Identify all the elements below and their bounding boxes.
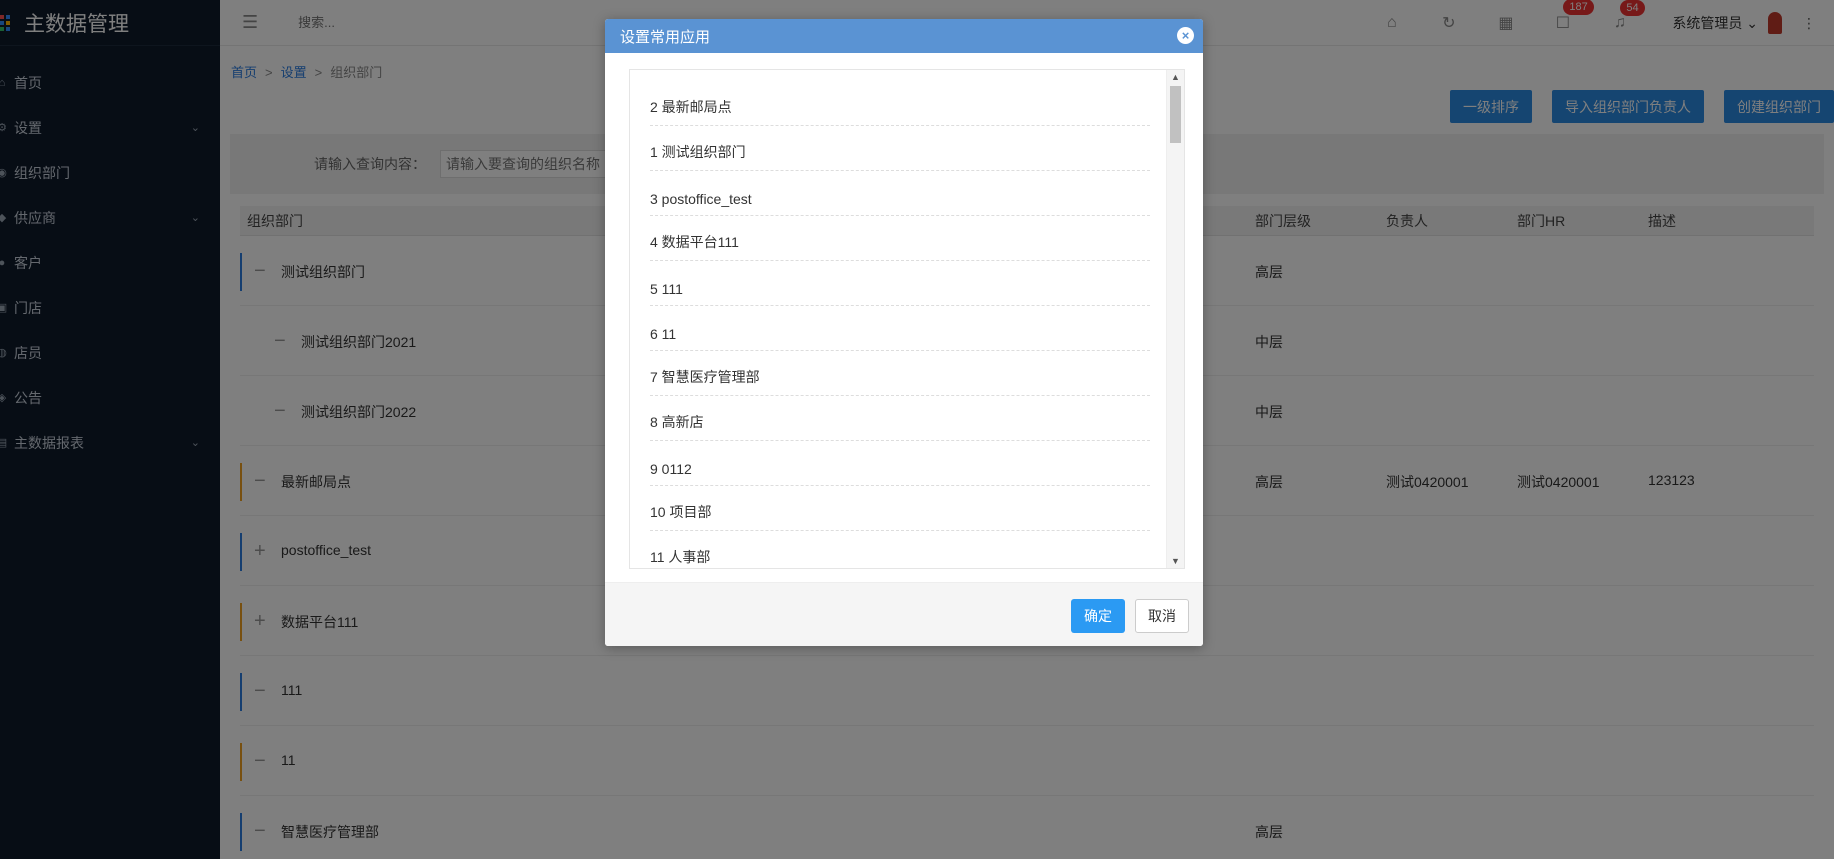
scroll-down-icon[interactable]: ▼	[1167, 556, 1184, 566]
sortable-list-item[interactable]: 3 postoffice_test	[650, 171, 1150, 216]
sortable-list-item[interactable]: 6 11	[650, 306, 1150, 351]
sortable-list-item[interactable]: 1 测试组织部门	[650, 126, 1150, 171]
sortable-list-item[interactable]: 10 项目部	[650, 486, 1150, 531]
confirm-button[interactable]: 确定	[1071, 599, 1125, 633]
sortable-list-item[interactable]: 2 最新邮局点	[650, 70, 1150, 126]
sortable-list-item[interactable]: 11 人事部	[650, 531, 1150, 568]
sortable-list-item[interactable]: 5 111	[650, 261, 1150, 306]
sortable-list-item[interactable]: 7 智慧医疗管理部	[650, 351, 1150, 396]
common-apps-dialog: 设置常用应用 × 2 最新邮局点 1 测试组织部门 3 postoffice_tes…	[605, 19, 1203, 646]
sortable-list-item[interactable]: 9 0112	[650, 441, 1150, 486]
sortable-list-item[interactable]: 4 数据平台111	[650, 216, 1150, 261]
sortable-list: 2 最新邮局点 1 测试组织部门 3 postoffice_test 4 数据平台11…	[650, 70, 1150, 568]
dialog-header: 设置常用应用 ×	[605, 19, 1203, 53]
scrollbar-thumb[interactable]	[1170, 86, 1181, 143]
close-icon[interactable]: ×	[1177, 27, 1194, 44]
sortable-list-item[interactable]: 8 高新店	[650, 396, 1150, 441]
dialog-title: 设置常用应用	[620, 28, 711, 46]
scroll-up-icon[interactable]: ▲	[1167, 72, 1184, 82]
dialog-list-container: 2 最新邮局点 1 测试组织部门 3 postoffice_test 4 数据平台11…	[629, 69, 1185, 569]
dialog-footer: 确定 取消	[605, 582, 1203, 646]
scrollbar[interactable]: ▲ ▼	[1166, 70, 1184, 568]
cancel-button[interactable]: 取消	[1135, 599, 1189, 633]
